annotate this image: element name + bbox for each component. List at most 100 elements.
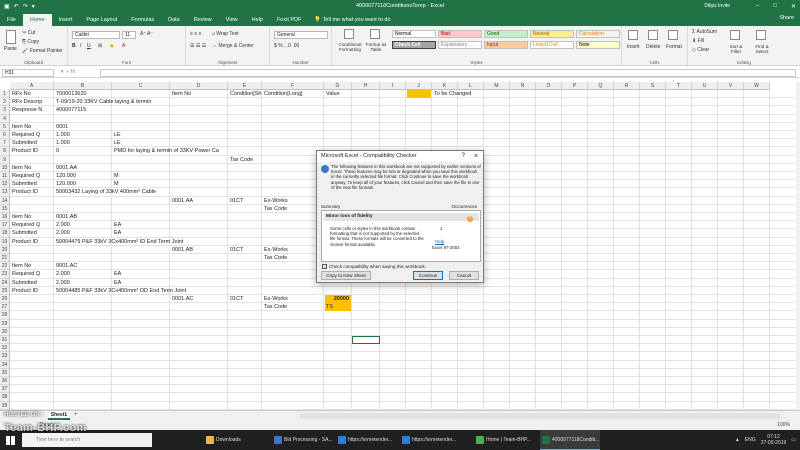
cell-A18[interactable]: Submitted bbox=[11, 229, 37, 237]
tab-data[interactable]: Data bbox=[161, 14, 187, 26]
cell-C6[interactable]: LE bbox=[113, 131, 121, 139]
tab-page-layout[interactable]: Page Layout bbox=[79, 14, 124, 26]
row-header[interactable]: 35 bbox=[0, 368, 10, 377]
row-header[interactable]: 26 bbox=[0, 295, 10, 304]
cell-C18[interactable]: EA bbox=[113, 229, 121, 237]
tab-insert[interactable]: Insert bbox=[52, 14, 80, 26]
autosum-button[interactable]: Σ AutoSum bbox=[692, 29, 717, 35]
language-indicator[interactable]: ENG bbox=[745, 437, 756, 443]
row-header[interactable]: 33 bbox=[0, 352, 10, 361]
cell-B1[interactable]: 7000013620 bbox=[55, 90, 87, 98]
column-header[interactable]: E bbox=[228, 82, 262, 90]
cell-B6[interactable]: 1.000 bbox=[55, 131, 70, 139]
cell-J1[interactable] bbox=[407, 90, 431, 98]
column-header[interactable]: G bbox=[324, 82, 352, 90]
row-header[interactable]: 12 bbox=[0, 180, 10, 189]
merge-center-button[interactable]: ⇔ Merge & Center bbox=[212, 43, 254, 49]
column-header[interactable]: U bbox=[692, 82, 718, 90]
conditional-formatting-button[interactable]: Conditional Formatting bbox=[336, 42, 364, 52]
cell-F27[interactable]: Tax Code bbox=[263, 303, 287, 311]
row-header[interactable]: 18 bbox=[0, 229, 10, 238]
taskbar-item[interactable]: https://srmetender... bbox=[400, 430, 472, 450]
cell-C7[interactable]: LE bbox=[113, 139, 121, 147]
row-header[interactable]: 16 bbox=[0, 213, 10, 222]
sort-filter-button[interactable]: Sort & Filter bbox=[724, 44, 748, 54]
column-header[interactable]: Q bbox=[588, 82, 614, 90]
cell-E1[interactable]: Condition[Sh bbox=[229, 90, 262, 98]
cell-F15[interactable]: Tax Code bbox=[263, 205, 287, 213]
taskbar-item[interactable]: https://srmetender... bbox=[336, 430, 400, 450]
row-header[interactable]: 36 bbox=[0, 377, 10, 386]
cell-style-input[interactable]: Input bbox=[484, 41, 528, 49]
row-header[interactable]: 22 bbox=[0, 262, 10, 271]
column-header[interactable]: C bbox=[112, 82, 170, 90]
selected-cell[interactable] bbox=[352, 336, 380, 345]
find-select-button[interactable]: Find & Select bbox=[750, 44, 774, 54]
insert-cells-icon[interactable] bbox=[628, 30, 638, 40]
cell-style-bad[interactable]: Bad bbox=[438, 30, 482, 38]
tab-review[interactable]: Review bbox=[187, 14, 219, 26]
row-header[interactable]: 13 bbox=[0, 188, 10, 197]
cell-D14[interactable]: 0001.AA bbox=[171, 197, 193, 205]
row-header[interactable]: 17 bbox=[0, 221, 10, 230]
row-header[interactable]: 5 bbox=[0, 122, 10, 131]
row-header[interactable]: 11 bbox=[0, 172, 10, 181]
cell-style-check-cell[interactable]: Check Cell bbox=[392, 41, 436, 49]
column-header[interactable]: F bbox=[262, 82, 324, 90]
column-header[interactable]: A bbox=[10, 82, 54, 90]
font-grow-icon[interactable]: A⁺ A⁻ bbox=[140, 31, 153, 37]
row-header[interactable]: 4 bbox=[0, 114, 10, 123]
borders-icon[interactable]: ⊞ bbox=[98, 43, 102, 49]
align-top-icon[interactable]: ≡ ≡ ≡ bbox=[190, 31, 202, 37]
minimize-icon[interactable]: – bbox=[756, 3, 759, 10]
row-header[interactable]: 37 bbox=[0, 385, 10, 394]
column-header[interactable]: P bbox=[562, 82, 588, 90]
cell-A12[interactable]: Submitted bbox=[11, 180, 37, 188]
cell-C8[interactable]: PMD for laying & termin of 33KV Power Ca bbox=[113, 147, 219, 155]
cell-B2[interactable]: T-09/19-20 33KV Cable laying & termin bbox=[55, 98, 151, 106]
delete-button[interactable]: Delete bbox=[646, 44, 660, 50]
cell-B13[interactable]: 50003432 Laying of 33kV 400mm² Cable bbox=[55, 188, 156, 196]
cell-F20[interactable]: Ex-Works bbox=[263, 246, 288, 254]
cell-B19[interactable]: 50004479 P&F 33kV 3Cx400mm² ID End Term … bbox=[55, 238, 183, 246]
cell-G26[interactable]: 20000 bbox=[325, 295, 351, 303]
taskbar-item[interactable]: Downloads bbox=[204, 430, 272, 450]
row-header[interactable]: 8 bbox=[0, 147, 10, 156]
cell-A11[interactable]: Required Q bbox=[11, 172, 40, 180]
cell-A17[interactable]: Required Q bbox=[11, 221, 40, 229]
column-header[interactable]: K bbox=[432, 82, 458, 90]
cell-style-good[interactable]: Good bbox=[484, 30, 528, 38]
font-name-select[interactable]: Calibri bbox=[72, 31, 120, 39]
maximize-icon[interactable]: □ bbox=[773, 3, 777, 10]
vertical-scrollbar[interactable] bbox=[796, 82, 800, 410]
cell-B7[interactable]: 1.000 bbox=[55, 139, 70, 147]
row-header[interactable]: 10 bbox=[0, 163, 10, 172]
row-header[interactable]: 23 bbox=[0, 270, 10, 279]
cell-B23[interactable]: 2.000 bbox=[55, 270, 70, 278]
column-header[interactable]: M bbox=[484, 82, 510, 90]
cell-A5[interactable]: Item No bbox=[11, 123, 31, 131]
cell-B16[interactable]: 0001.AB bbox=[55, 213, 77, 221]
cell-C24[interactable]: EA bbox=[113, 279, 121, 287]
taskbar-item[interactable]: 4000077118Conditi... bbox=[540, 430, 600, 450]
cell-style-normal[interactable]: Normal bbox=[392, 30, 436, 38]
cell-C17[interactable]: EA bbox=[113, 221, 121, 229]
row-header[interactable]: 30 bbox=[0, 327, 10, 336]
fill-color-icon[interactable]: ◆ bbox=[110, 43, 114, 49]
cell-D26[interactable]: 0001.AC bbox=[171, 295, 193, 303]
column-header[interactable]: H bbox=[352, 82, 380, 90]
sort-filter-icon[interactable] bbox=[730, 30, 740, 40]
network-icon[interactable]: ▲ bbox=[735, 437, 740, 443]
cell-style-calculation[interactable]: Calculation bbox=[576, 30, 620, 38]
cell-B10[interactable]: 0001.AA bbox=[55, 164, 77, 172]
row-header[interactable]: 6 bbox=[0, 131, 10, 140]
row-header[interactable]: 14 bbox=[0, 196, 10, 205]
paste-button[interactable]: Paste bbox=[4, 46, 17, 52]
tab-home[interactable]: Home bbox=[22, 14, 52, 26]
column-header[interactable]: V bbox=[718, 82, 744, 90]
format-button[interactable]: Format bbox=[666, 44, 682, 50]
cell-A1[interactable]: RFx No bbox=[11, 90, 31, 98]
cell-A3[interactable]: Response N bbox=[11, 106, 42, 114]
row-header[interactable]: 3 bbox=[0, 106, 10, 115]
notifications-icon[interactable]: ▭ bbox=[791, 437, 796, 443]
